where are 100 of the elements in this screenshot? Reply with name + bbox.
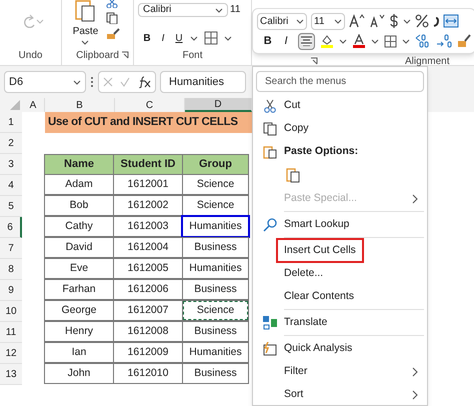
table-cell[interactable]: Science (182, 300, 249, 321)
table-cell[interactable]: Humanities (182, 216, 249, 237)
dialog-launcher-icon[interactable] (121, 51, 129, 59)
search-field[interactable]: Search the menus (256, 71, 424, 92)
name-box[interactable]: D6 (4, 71, 86, 93)
row-header[interactable]: 2 (0, 133, 22, 154)
table-cell[interactable]: 1612002 (113, 195, 183, 216)
row-header[interactable]: 8 (0, 259, 22, 280)
italic-button[interactable]: I (279, 33, 293, 49)
table-cell[interactable]: Humanities (182, 342, 249, 363)
menu-item[interactable]: Clear Contents (282, 286, 356, 308)
table-cell[interactable]: Farhan (44, 279, 114, 300)
insert-function-icon[interactable] (137, 76, 152, 88)
group-label: Alignment (405, 55, 450, 69)
table-cell[interactable]: 1612010 (113, 363, 183, 384)
row-header[interactable]: 12 (0, 343, 22, 364)
dialog-launcher-icon[interactable] (310, 57, 318, 65)
underline-button[interactable]: U (174, 30, 184, 46)
caret-icon (190, 35, 198, 41)
table-header-cell: Name (44, 154, 114, 175)
table-cell[interactable]: 1612005 (113, 258, 183, 279)
table-cell[interactable]: Business (182, 279, 249, 300)
table-cell[interactable]: Science (182, 174, 249, 195)
table-cell[interactable]: Ian (44, 342, 114, 363)
row-header[interactable]: 1 (0, 112, 22, 133)
caret-icon (370, 38, 379, 44)
copy-icon (263, 122, 277, 136)
font-size-field[interactable]: 11 (311, 12, 345, 30)
table-cell[interactable]: 1612003 (113, 216, 183, 237)
table-cell[interactable]: Humanities (182, 258, 249, 279)
table-cell[interactable]: Adam (44, 174, 114, 195)
format-painter-icon[interactable] (456, 34, 471, 48)
menu-heading: Paste Options: (284, 144, 358, 159)
paste-icon (263, 144, 277, 158)
row-header[interactable]: 3 (0, 154, 22, 175)
font-size-field[interactable]: 11 (230, 2, 240, 16)
table-cell[interactable]: 1612004 (113, 237, 183, 258)
font-name-field[interactable]: Calibri (138, 2, 228, 16)
column-header[interactable]: D (185, 98, 252, 112)
caret-icon (215, 6, 223, 12)
table-header-cell: Student ID (113, 154, 183, 175)
formula-input[interactable]: Humanities (160, 71, 246, 93)
decrease-decimal-icon[interactable] (414, 34, 431, 48)
table-cell[interactable]: Eve (44, 258, 114, 279)
menu-item[interactable]: Sort (282, 384, 306, 406)
menu-item[interactable]: Insert Cut Cells (278, 240, 362, 262)
caret-icon (73, 79, 81, 85)
menu-item[interactable]: Quick Analysis (282, 338, 354, 360)
table-cell[interactable]: Business (182, 363, 249, 384)
percent-icon[interactable] (415, 14, 429, 28)
borders-icon[interactable] (204, 31, 218, 45)
align-center-button[interactable] (298, 32, 315, 50)
menu-item[interactable]: Delete... (282, 262, 326, 284)
paste-button[interactable]: Paste (72, 24, 98, 39)
table-cell[interactable]: George (44, 300, 114, 321)
row-header[interactable]: 13 (0, 364, 22, 385)
format-painter-icon[interactable] (106, 28, 120, 40)
paste-icon[interactable] (286, 167, 300, 183)
menu-item[interactable]: Copy (282, 118, 311, 140)
table-cell[interactable]: John (44, 363, 114, 384)
scissors-icon[interactable] (106, 0, 118, 8)
font-name-field[interactable]: Calibri (257, 12, 307, 30)
table-cell[interactable]: David (44, 237, 114, 258)
table-cell[interactable]: 1612007 (113, 300, 183, 321)
row-header[interactable]: 4 (0, 175, 22, 196)
decrease-font-icon[interactable] (369, 14, 385, 28)
row-header[interactable]: 7 (0, 238, 22, 259)
caret-icon (402, 38, 410, 44)
row-header[interactable]: 6 (0, 217, 22, 238)
table-cell[interactable]: 1612009 (113, 342, 183, 363)
menu-item[interactable]: Cut (282, 94, 302, 116)
dollar-icon[interactable] (389, 14, 399, 28)
row-header[interactable]: 11 (0, 322, 22, 343)
table-cell[interactable]: 1612006 (113, 279, 183, 300)
bold-button[interactable]: B (261, 33, 274, 49)
comma-icon[interactable] (433, 14, 439, 28)
bold-button[interactable]: B (142, 30, 152, 46)
title-cell: Use of CUT and INSERT CUT CELLS (45, 112, 252, 133)
table-cell[interactable]: Bob (44, 195, 114, 216)
increase-font-icon[interactable] (349, 14, 365, 28)
fill-color-icon[interactable] (320, 34, 334, 48)
table-cell[interactable]: Science (182, 195, 249, 216)
font-color-icon[interactable] (352, 34, 366, 48)
table-cell[interactable]: Henry (44, 321, 114, 342)
row-header[interactable]: 9 (0, 280, 22, 301)
wrap-text-icon[interactable] (443, 14, 459, 28)
menu-item[interactable]: Filter (282, 360, 310, 382)
italic-button[interactable]: I (158, 30, 168, 46)
menu-item[interactable]: Translate (282, 312, 330, 334)
row-header[interactable]: 10 (0, 301, 22, 322)
table-cell[interactable]: 1612008 (113, 321, 183, 342)
increase-decimal-icon[interactable] (436, 34, 452, 48)
menu-item[interactable]: Smart Lookup (282, 214, 352, 236)
borders-icon[interactable] (384, 34, 397, 48)
translate-icon (263, 316, 277, 330)
table-cell[interactable]: Business (182, 321, 249, 342)
caret-icon (296, 18, 304, 24)
row-header[interactable]: 5 (0, 196, 22, 217)
table-cell[interactable]: Business (182, 237, 249, 258)
table-cell[interactable]: Cathy (44, 216, 114, 237)
